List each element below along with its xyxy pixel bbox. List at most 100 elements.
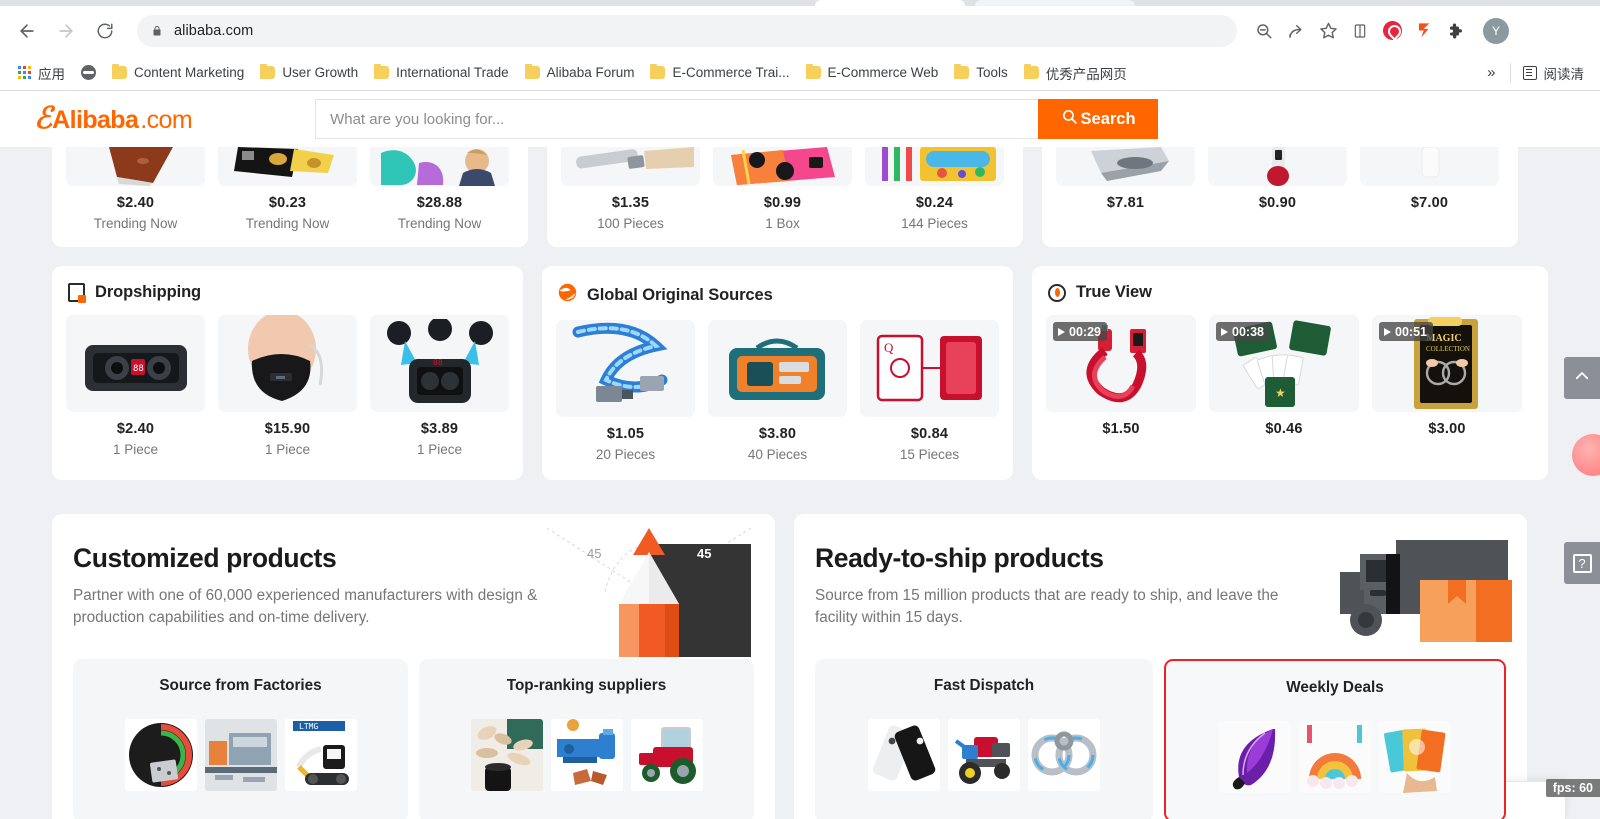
product-row: $2.40 Trending Now $0.23 Trending Now $2… [66,147,514,231]
tile-weekly-deals[interactable]: Weekly Deals [1164,659,1506,819]
bookmark-excellent-product-pages[interactable]: 优秀产品网页 [1016,59,1135,87]
tile-images: LTMG [83,719,398,792]
product-image [865,147,1004,186]
product-price: $0.99 [763,195,802,211]
bookmark-ecommerce-web[interactable]: E-Commerce Web [798,61,947,84]
delivery-truck-illustration [1300,528,1515,648]
product-cell[interactable]: $0.90 [1208,147,1347,216]
product-cell[interactable]: Q $0.84 15 Pieces [860,320,999,462]
tile-source-from-factories[interactable]: Source from Factories LTMG [73,659,408,819]
extensions-puzzle-icon[interactable] [1441,16,1471,46]
product-image [218,147,357,186]
product-cell[interactable]: $7.00 [1360,147,1499,216]
product-price: $3.89 [420,421,459,437]
section-header[interactable]: True View [1032,266,1548,315]
product-cell[interactable]: $0.24 144 Pieces [865,147,1004,231]
reload-icon[interactable] [90,16,120,46]
product-moq: 100 Pieces [597,216,664,231]
product-moq: 1 Piece [416,442,463,457]
product-cell[interactable]: $15.90 1 Piece [218,315,357,457]
lock-icon [151,24,163,38]
scroll-to-top-button[interactable] [1564,357,1600,399]
play-icon [1221,327,1228,336]
globe-orange-icon [558,283,577,307]
forward-arrow-icon[interactable] [51,16,81,46]
product-cell[interactable]: 88 $2.40 1 Piece [66,315,205,457]
tile-product-image [550,719,623,792]
bookmark-tools[interactable]: Tools [946,61,1016,84]
bookmark-content-marketing[interactable]: Content Marketing [104,61,252,84]
product-cell[interactable]: MAGIC COLLECTION 00:51 $3.00 [1372,315,1522,437]
scroll-to-top-icon [1573,367,1591,390]
product-image [556,320,695,417]
alibaba-logo[interactable]: ℰ Alibaba .com [34,103,193,135]
product-price: $3.80 [758,426,797,442]
bookmark-label: Content Marketing [134,65,245,80]
zoom-out-icon[interactable] [1249,16,1279,46]
bookmark-apps[interactable]: 应用 [10,59,73,87]
product-moq: 1 Box [765,216,800,231]
browser-toolbar: alibaba.com Y [0,6,1600,55]
product-cell[interactable]: 00:29 $1.50 [1046,315,1196,437]
product-cell[interactable]: $3.80 40 Pieces [708,320,847,462]
tile-product-image [868,719,940,792]
back-arrow-icon[interactable] [12,16,42,46]
section-header[interactable]: Global Original Sources [542,266,1013,320]
product-price: $0.90 [1258,195,1297,211]
product-moq: 15 Pieces [899,447,960,462]
product-cell[interactable]: $1.05 20 Pieces [556,320,695,462]
reading-list-icon[interactable] [1345,16,1375,46]
bookmark-international-trade[interactable]: International Trade [366,61,517,84]
trending-card: $2.40 Trending Now $0.23 Trending Now $2… [52,147,528,247]
bookmark-label: 优秀产品网页 [1045,66,1127,82]
product-cell[interactable]: 88 $3.89 1 Piece [370,315,509,457]
bookmarks-overflow-button[interactable]: » [1479,62,1503,83]
product-cell[interactable]: $28.88 Trending Now [370,147,509,231]
tile-product-image [470,719,543,792]
search-input-wrapper[interactable] [315,99,1039,139]
product-image [1056,147,1195,186]
section-dropshipping: Dropshipping 88 $2.40 1 Piece $15.90 1 P… [52,266,523,480]
product-image: 00:29 [1046,315,1196,412]
bookmark-globe[interactable] [73,61,104,84]
browser-tab-inactive[interactable] [975,0,1135,6]
product-cell[interactable]: $7.81 [1056,147,1195,216]
product-cell[interactable]: $0.99 1 Box [713,147,852,231]
product-image: Q [860,320,999,417]
extension-r-icon[interactable] [1409,16,1439,46]
feature-sections: Dropshipping 88 $2.40 1 Piece $15.90 1 P… [0,266,1600,480]
product-cell[interactable]: $1.35 100 Pieces [561,147,700,231]
tile-fast-dispatch[interactable]: Fast Dispatch [815,659,1153,819]
product-cell[interactable]: $0.23 Trending Now [218,147,357,231]
folder-icon [954,64,970,79]
section-header[interactable]: Dropshipping [52,266,523,315]
promo-tiles: Fast Dispatch Weekly Deals [815,659,1506,819]
product-image [561,147,700,186]
bookmark-label: E-Commerce Trai... [672,65,790,80]
search-button[interactable]: Search [1038,99,1159,139]
svg-text:Q: Q [884,340,894,355]
svg-text:LTMG: LTMG [299,722,318,731]
profile-avatar[interactable]: Y [1483,17,1509,44]
product-image [1208,147,1347,186]
tile-top-ranking-suppliers[interactable]: Top-ranking suppliers [419,659,754,819]
bookmark-ecommerce-training[interactable]: E-Commerce Trai... [642,61,797,84]
product-moq: Trending Now [397,216,482,231]
star-icon[interactable] [1313,16,1343,46]
bookmark-user-growth[interactable]: User Growth [252,61,366,84]
product-cell[interactable]: $2.40 Trending Now [66,147,205,231]
address-bar[interactable]: alibaba.com [137,14,1237,47]
promo-body: Partner with one of 60,000 experienced m… [73,587,538,626]
search-input[interactable] [330,110,1025,128]
browser-tab-active[interactable] [815,0,965,6]
extension-red-icon[interactable] [1377,16,1407,46]
tile-title: Weekly Deals [1286,679,1384,697]
bookmark-alibaba-forum[interactable]: Alibaba Forum [517,61,643,84]
reading-list-button[interactable]: 阅读清 [1517,59,1591,87]
product-cell[interactable]: ★ 00:38 $0.46 [1209,315,1359,437]
alibaba-logo-name: Alibaba [52,105,139,134]
pencil-label-left: 45 [587,546,601,561]
tile-title: Fast Dispatch [933,677,1035,695]
help-button[interactable]: ? [1564,542,1600,584]
share-icon[interactable] [1281,16,1311,46]
